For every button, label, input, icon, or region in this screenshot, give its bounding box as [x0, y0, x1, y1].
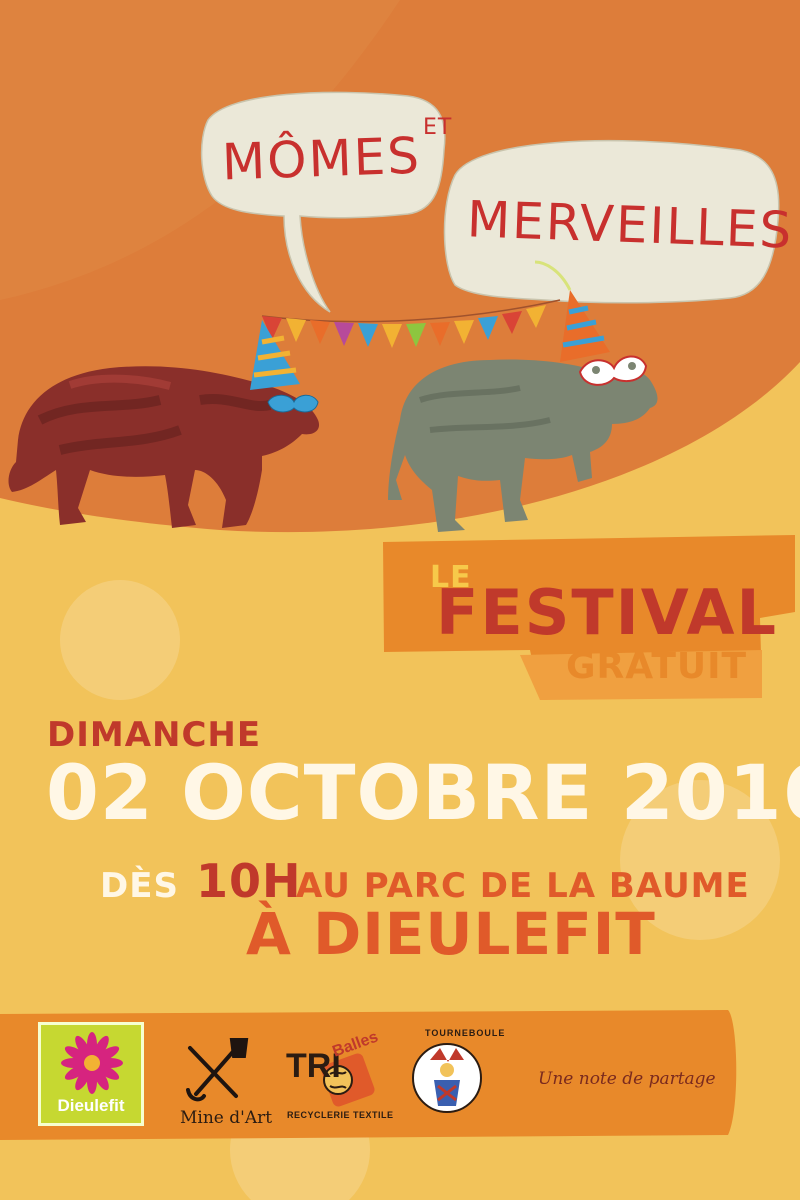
jester-logo-icon	[412, 1043, 482, 1113]
title-word-et: ET	[423, 115, 453, 140]
sponsor-mine-dart-label: Mine d'Art	[180, 1108, 273, 1128]
festival-free-label: GRATUIT	[566, 646, 748, 687]
sponsor-triballes-subtitle: RECYCLERIE TEXTILE	[287, 1110, 394, 1120]
title-word-momes: MÔMES	[221, 126, 422, 192]
sponsor-dieulefit-label: Dieulefit	[57, 1096, 125, 1115]
tagline: Une note de partage	[538, 1069, 716, 1089]
sponsor-tourneboule-label: TOURNEBOULE	[425, 1028, 506, 1038]
title-word-merveilles: MERVEILLES	[466, 190, 795, 260]
flower-logo-icon	[61, 1032, 123, 1094]
festival-poster: MÔMES ET MERVEILLES LE FESTIVAL GRATUIT …	[0, 0, 800, 1200]
event-time-prefix: DÈS	[100, 866, 179, 906]
event-city: À DIEULEFIT	[246, 900, 656, 968]
festival-title: FESTIVAL	[436, 576, 778, 649]
event-date: 02 OCTOBRE 2016	[46, 748, 800, 837]
